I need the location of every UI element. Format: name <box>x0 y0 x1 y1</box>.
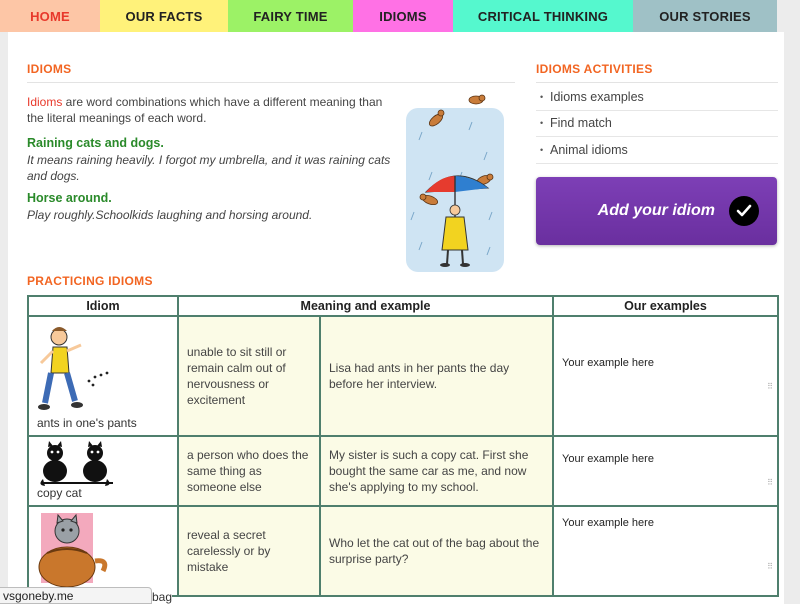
tab-critical-thinking[interactable]: CRITICAL THINKING <box>453 0 633 32</box>
example-cell: Lisa had ants in her pants the day befor… <box>319 315 554 437</box>
nav-spacer <box>777 0 800 32</box>
browser-status-bar: vsgoneby.me <box>0 587 152 604</box>
idioms-keyword: Idioms <box>27 95 63 109</box>
example-heading-2: Horse around. <box>27 191 112 205</box>
example-desc-1: It means raining heavily. I forgot my um… <box>27 153 391 183</box>
our-example-textarea[interactable]: Your example here ⠿ <box>552 435 779 507</box>
example-desc-2: Play roughly.Schoolkids laughing and hor… <box>27 208 313 222</box>
tab-fairy-time[interactable]: FAIRY TIME <box>228 0 353 32</box>
tab-our-stories[interactable]: OUR STORIES <box>633 0 777 32</box>
idiom-cell: ants in one's pants <box>27 315 179 437</box>
activity-link-find-match[interactable]: Find match <box>536 111 778 137</box>
idioms-definition: Idioms are word combinations which have … <box>27 94 387 126</box>
column-header-our-examples: Our examples <box>552 295 779 317</box>
example-heading-1: Raining cats and dogs. <box>27 136 164 150</box>
idiom-name: copy cat <box>37 486 82 500</box>
idiom-name-partial: bag <box>152 590 173 604</box>
tab-home[interactable]: HOME <box>0 0 100 32</box>
tab-our-facts[interactable]: OUR FACTS <box>100 0 228 32</box>
ants-in-pants-image <box>38 327 109 410</box>
idioms-table: Idiom Meaning and example Our examples a… <box>27 295 779 597</box>
tab-idioms[interactable]: IDIOMS <box>353 0 453 32</box>
main-nav: HOME OUR FACTS FAIRY TIME IDIOMS CRITICA… <box>0 0 800 32</box>
column-header-meaning: Meaning and example <box>177 295 554 317</box>
table-row: reveal a secret carelessly or by mistake… <box>27 505 779 597</box>
table-row: ants in one's pants unable to sit still … <box>27 315 779 437</box>
resize-grip-icon[interactable]: ⠿ <box>767 379 773 395</box>
column-header-idiom: Idiom <box>27 295 179 317</box>
activity-link-idioms-examples[interactable]: Idioms examples <box>536 84 778 111</box>
divider <box>27 82 515 83</box>
idiom-name: ants in one's pants <box>37 416 137 430</box>
activities-list: Idioms examples Find match Animal idioms <box>536 84 778 164</box>
resize-grip-icon[interactable]: ⠿ <box>767 475 773 491</box>
meaning-cell: a person who does the same thing as some… <box>177 435 321 507</box>
definition-text: are word combinations which have a diffe… <box>27 95 383 125</box>
our-example-placeholder: Your example here <box>562 517 654 529</box>
section-title-practicing: PRACTICING IDIOMS <box>27 274 153 288</box>
our-example-placeholder: Your example here <box>562 453 654 465</box>
raining-cats-dogs-illustration <box>406 94 504 272</box>
copy-cat-image <box>40 441 113 486</box>
idiom-cell: copy cat <box>27 435 179 507</box>
meaning-cell: reveal a secret carelessly or by mistake <box>177 505 321 597</box>
section-title-idioms: IDIOMS <box>27 62 72 76</box>
checkmark-icon <box>729 196 759 226</box>
table-header-row: Idiom Meaning and example Our examples <box>27 295 779 317</box>
our-example-placeholder: Your example here <box>562 357 654 369</box>
example-cell: My sister is such a copy cat. First she … <box>319 435 554 507</box>
meaning-cell: unable to sit still or remain calm out o… <box>177 315 321 437</box>
idiom-cell <box>27 505 179 597</box>
section-title-activities: IDIOMS ACTIVITIES <box>536 62 653 76</box>
our-example-textarea[interactable]: Your example here ⠿ <box>552 315 779 437</box>
our-example-textarea[interactable]: Your example here ⠿ <box>552 505 779 597</box>
divider <box>536 82 778 83</box>
resize-grip-icon[interactable]: ⠿ <box>767 559 773 575</box>
table-row: copy cat a person who does the same thin… <box>27 435 779 507</box>
activity-link-animal-idioms[interactable]: Animal idioms <box>536 137 778 164</box>
example-cell: Who let the cat out of the bag about the… <box>319 505 554 597</box>
content-area: IDIOMS Idioms are word combinations whic… <box>8 32 784 604</box>
add-your-idiom-button[interactable]: Add your idiom <box>536 177 777 245</box>
add-your-idiom-label: Add your idiom <box>597 202 715 219</box>
cat-out-of-bag-image <box>38 513 108 588</box>
